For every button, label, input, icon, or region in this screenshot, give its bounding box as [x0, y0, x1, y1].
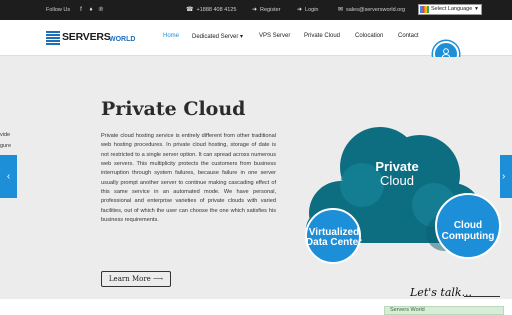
google-translate-icon [420, 6, 429, 13]
logo-icon [46, 31, 60, 45]
chat-title: Let's talk... [410, 286, 473, 299]
nav-vps-server[interactable]: VPS Server [259, 33, 290, 39]
cloud-right-line2: Computing [442, 231, 495, 242]
phone-number: +1888 408 4125 [196, 7, 237, 13]
email-link[interactable]: ✉ sales@serversworld.org [338, 0, 405, 20]
twitter-icon[interactable]: ♦ [87, 0, 95, 20]
previous-slide-text: gure [0, 143, 12, 149]
email-address: sales@serversworld.org [346, 7, 406, 13]
logo-word-world: WORLD [109, 35, 136, 43]
register-label: Register [260, 7, 281, 13]
slider-prev-button[interactable]: ‹ [0, 155, 17, 198]
top-bar: Follow Us f ♦ ℗ ☎ +1888 408 4125 ➜ Registe… [0, 0, 512, 20]
chevron-down-icon: ▼ [474, 6, 479, 12]
chat-title-underline [464, 296, 500, 297]
private-cloud-illustration: Private Cloud Virtualized Data Center Cl… [305, 127, 501, 264]
nav-home[interactable]: Home [163, 33, 179, 39]
facebook-icon[interactable]: f [77, 0, 85, 20]
cloud-left-line2: Data Center [306, 237, 362, 248]
login-label: Login [305, 7, 319, 13]
pinterest-icon[interactable]: ℗ [97, 0, 105, 20]
login-icon: ➜ [297, 7, 303, 13]
language-select[interactable]: Select Language ▼ [418, 4, 482, 15]
nav-dedicated-server[interactable]: Dedicated Server ▾ [192, 33, 243, 40]
hero-title: Private Cloud [101, 98, 246, 120]
register-link[interactable]: ➜ Register [252, 0, 281, 20]
cloud-right-line1: Cloud [454, 220, 482, 231]
phone-link[interactable]: ☎ +1888 408 4125 [186, 0, 236, 20]
chat-company-name: Servers World [390, 307, 425, 313]
cloud-main-line1: Private [375, 159, 418, 174]
follow-us-label: Follow Us [46, 7, 71, 13]
phone-icon: ☎ [186, 7, 194, 13]
language-select-value: Select Language [431, 6, 473, 12]
previous-slide-text: vide [0, 132, 11, 138]
login-link[interactable]: ➜ Login [297, 0, 319, 20]
chevron-left-icon: ‹ [6, 171, 11, 182]
nav-contact[interactable]: Contact [398, 33, 419, 39]
chat-widget-bar[interactable]: Servers World [384, 306, 504, 315]
nav-private-cloud[interactable]: Private Cloud [304, 33, 340, 39]
logo-word-servers: SERVERS [62, 31, 111, 43]
hero-description: Private cloud hosting service is entirel… [101, 133, 276, 224]
envelope-icon: ✉ [338, 7, 344, 13]
learn-more-button[interactable]: Learn More ⟶ [101, 271, 171, 287]
nav-colocation[interactable]: Colocation [355, 33, 383, 39]
cloud-main-line2: Cloud [380, 173, 414, 188]
register-icon: ➜ [252, 7, 258, 13]
